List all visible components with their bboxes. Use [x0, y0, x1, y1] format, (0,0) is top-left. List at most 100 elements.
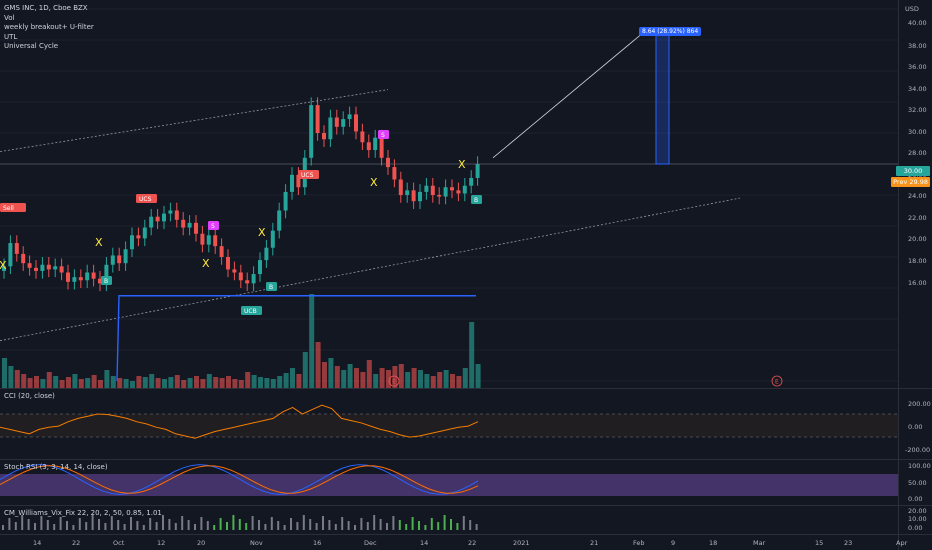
wvf-bar [117, 520, 120, 530]
volume-bar [27, 378, 33, 388]
candle-body [443, 187, 448, 197]
indicator-vol[interactable]: Vol [4, 14, 94, 24]
wvf-bar [450, 519, 452, 530]
candle-body [334, 117, 339, 127]
wvf-bar [155, 522, 158, 530]
cci-axis-0: 0.00 [908, 423, 923, 431]
time-tick: 22 [468, 539, 477, 547]
volume-bar [450, 374, 455, 388]
last-price-tag: 30.00 [896, 166, 930, 176]
candle-body [475, 164, 480, 178]
candle-body [194, 222, 198, 234]
candle-body [277, 210, 282, 231]
volume-bar [187, 378, 193, 388]
volume-bar [200, 379, 206, 388]
measure-box [655, 30, 670, 165]
wvf-bar [219, 518, 222, 530]
svg-text:B: B [104, 278, 108, 285]
candle-body [450, 187, 454, 191]
wvf-bar [130, 517, 132, 530]
wvf-bar [213, 525, 216, 530]
wvf-bar [78, 518, 81, 530]
candle-body [226, 257, 230, 270]
volume-bar [302, 352, 308, 388]
stoch-rsi-legend[interactable]: Stoch RSI (3, 3, 14, 14, close) [4, 463, 108, 471]
wvf-bar [142, 525, 145, 530]
volume-bar [309, 294, 315, 388]
measure-label: 8.64 (28.92%) 864 [639, 27, 702, 36]
candle-body [379, 137, 384, 158]
svg-text:S: S [211, 223, 215, 230]
earnings-letter: E [392, 379, 396, 386]
svg-text:UCB: UCB [244, 308, 257, 315]
pane-separator-wvf[interactable] [0, 505, 932, 506]
volume-bar [98, 380, 103, 388]
wvf-bar [392, 516, 395, 530]
signal-label: S [378, 130, 389, 139]
candle-body [469, 177, 474, 186]
x-mark: X [0, 259, 7, 272]
candle-body [85, 272, 90, 281]
svg-text:UCS: UCS [139, 196, 152, 203]
chart-canvas[interactable]: UCS UCS UCB Sell B B B S S X X X X X X E E [0, 0, 932, 550]
wvf-bar [168, 519, 171, 530]
volume-bar [194, 376, 199, 388]
cci-legend[interactable]: CCI (20, close) [4, 392, 55, 400]
candle-body [181, 219, 186, 228]
time-tick: Mar [753, 539, 766, 547]
x-mark: X [95, 236, 103, 249]
symbol-title[interactable]: GMS INC, 1D, Cboe BZX [4, 4, 94, 14]
volume-bar [379, 368, 385, 388]
volume-bar [181, 380, 187, 388]
pane-separator-cci[interactable] [0, 388, 932, 389]
time-tick: 15 [815, 539, 824, 547]
earnings-letter: E [775, 379, 779, 386]
wvf-bar [200, 517, 203, 530]
volume-bar [174, 375, 180, 388]
wvf-bar [411, 517, 414, 530]
indicator-universal-cycle[interactable]: Universal Cycle [4, 42, 94, 52]
candle-body [78, 277, 83, 281]
currency-label[interactable]: USD [905, 5, 919, 13]
volume-bar [296, 374, 302, 388]
stoch-axis-0: 0.00 [908, 495, 923, 503]
williams-vix-fix-legend[interactable]: CM_Williams_Vix_Fix 22, 20, 2, 50, 0.85,… [4, 509, 162, 517]
volume-bar [66, 377, 71, 388]
candle-body [14, 243, 19, 254]
candle-body [187, 222, 192, 228]
volume-bar [238, 380, 244, 388]
candle-body [328, 117, 333, 140]
utl-line [116, 295, 476, 382]
wvf-bar [347, 521, 350, 530]
wvf-bar [264, 524, 267, 530]
price-tick: 36.00 [908, 63, 927, 71]
volume-bar [251, 375, 257, 388]
volume-bar [34, 376, 39, 388]
candle-body [270, 230, 275, 248]
indicator-weekly-breakout[interactable]: weekly breakout+ U-filter [4, 23, 94, 33]
candle-body [456, 190, 461, 194]
pane-separator-stoch[interactable] [0, 459, 932, 460]
candle-body [251, 274, 256, 284]
signal-label: Sell [0, 203, 26, 212]
wvf-bar [418, 521, 420, 530]
candle-body [200, 233, 205, 245]
wvf-bar [258, 520, 260, 530]
wvf-bar [245, 523, 248, 530]
candle-body [386, 157, 390, 168]
indicator-utl[interactable]: UTL [4, 33, 94, 43]
volume-bar [59, 380, 65, 388]
price-tick: 18.00 [908, 257, 927, 265]
wvf-bar [315, 523, 318, 530]
candle-body [213, 235, 218, 247]
volume-bar [328, 358, 334, 388]
candle-body [418, 191, 422, 202]
wvf-bar [110, 516, 113, 530]
volume-bar [117, 378, 123, 388]
prev-close-label: Prev [893, 178, 908, 186]
volume-bar [264, 378, 270, 388]
candle-body [392, 167, 397, 180]
wvf-bar [181, 516, 184, 530]
time-tick: 2021 [513, 539, 530, 547]
candle-body [398, 179, 403, 195]
